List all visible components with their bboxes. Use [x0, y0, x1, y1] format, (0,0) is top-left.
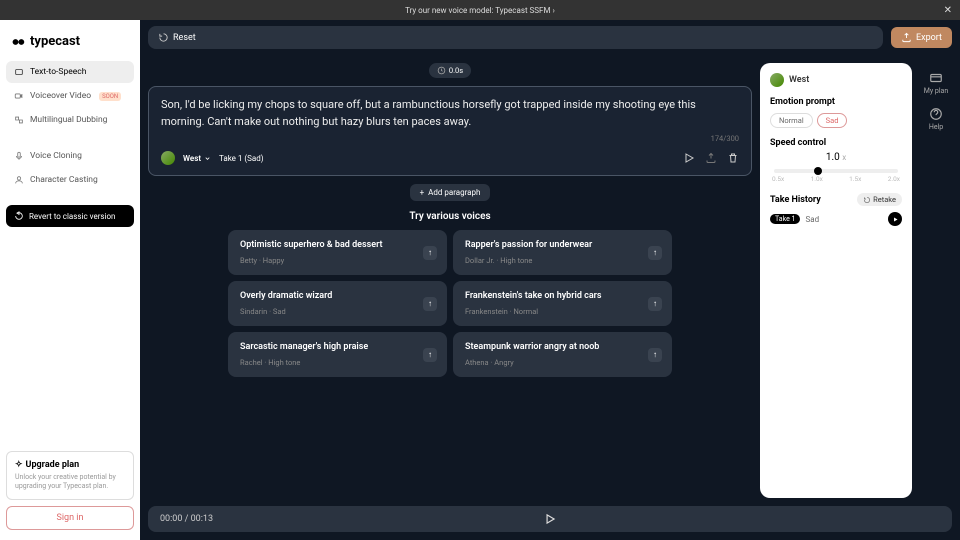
arrow-icon[interactable]: ↑	[648, 297, 662, 311]
voices-heading: Try various voices	[148, 211, 752, 222]
play-icon	[543, 512, 557, 526]
speed-value: 1.0 x	[770, 152, 902, 163]
video-icon	[14, 91, 24, 101]
arrow-icon[interactable]: ↑	[648, 246, 662, 260]
sidebar-item-cloning[interactable]: Voice Cloning	[6, 145, 134, 167]
voice-card[interactable]: Rapper's passion for underwearDollar Jr.…	[453, 230, 672, 275]
voice-card[interactable]: Sarcastic manager's high praiseRachel · …	[228, 332, 447, 377]
text-editor[interactable]: Son, I'd be licking my chops to square o…	[148, 86, 752, 176]
speed-slider[interactable]	[774, 169, 898, 173]
retake-button[interactable]: Retake	[857, 193, 902, 206]
rail-myplan[interactable]: My plan	[924, 71, 948, 95]
casting-icon	[14, 175, 24, 185]
signin-button[interactable]: Sign in	[6, 506, 134, 530]
voice-card[interactable]: Overly dramatic wizardSindarin · Sad↑	[228, 281, 447, 326]
chevron-down-icon	[204, 155, 211, 162]
history-title: Take History	[770, 195, 821, 205]
reset-icon	[158, 32, 169, 43]
arrow-icon[interactable]: ↑	[648, 348, 662, 362]
tts-icon	[14, 67, 24, 77]
help-icon	[929, 107, 943, 121]
editor-text[interactable]: Son, I'd be licking my chops to square o…	[161, 97, 739, 130]
sidebar-item-tts[interactable]: Text-to-Speech	[6, 61, 134, 83]
voice-card[interactable]: Frankenstein's take on hybrid carsFranke…	[453, 281, 672, 326]
arrow-icon[interactable]: ↑	[423, 297, 437, 311]
upgrade-card[interactable]: ✧ Upgrade plan Unlock your creative pote…	[6, 451, 134, 500]
sidebar-item-voiceover[interactable]: Voiceover Video SOON	[6, 85, 134, 107]
export-button[interactable]: Export	[891, 27, 952, 48]
voice-selector[interactable]: West	[183, 154, 211, 163]
plus-icon: +	[420, 188, 425, 197]
logo[interactable]: typecast	[6, 30, 134, 61]
sidebar: typecast Text-to-Speech Voiceover Video …	[0, 20, 140, 540]
add-paragraph-button[interactable]: + Add paragraph	[410, 184, 491, 201]
voice-card[interactable]: Optimistic superhero & bad dessertBetty …	[228, 230, 447, 275]
close-icon[interactable]: ✕	[944, 5, 952, 16]
play-take-button[interactable]	[888, 212, 902, 226]
banner-text[interactable]: Try our new voice model: Typecast SSFM ›	[405, 6, 555, 15]
settings-panel: West Emotion prompt Normal Sad Speed con…	[760, 63, 912, 498]
arrow-icon[interactable]: ↑	[423, 348, 437, 362]
take-label: Take 1 (Sad)	[219, 154, 264, 163]
upgrade-desc: Unlock your creative potential by upgrad…	[15, 473, 125, 491]
emotion-chip-sad[interactable]: Sad	[817, 113, 848, 128]
play-icon[interactable]	[683, 152, 695, 164]
duration-pill: 0.0s	[429, 63, 471, 78]
char-count: 174/300	[161, 134, 739, 143]
voice-avatar[interactable]	[161, 151, 175, 165]
panel-voice[interactable]: West	[770, 73, 902, 87]
main: Reset Export 0.0s Son, I'd be licking my…	[140, 20, 960, 540]
sidebar-item-casting[interactable]: Character Casting	[6, 169, 134, 191]
dubbing-icon	[14, 115, 24, 125]
promo-banner: Try our new voice model: Typecast SSFM ›…	[0, 0, 960, 20]
export-icon	[901, 32, 912, 43]
rail-help[interactable]: Help	[929, 107, 943, 131]
arrow-icon[interactable]: ↑	[423, 246, 437, 260]
voice-card[interactable]: Steampunk warrior angry at noobAthena · …	[453, 332, 672, 377]
reset-button[interactable]: Reset	[148, 26, 883, 49]
emotion-chip-normal[interactable]: Normal	[770, 113, 813, 128]
voice-avatar	[770, 73, 784, 87]
upgrade-title: ✧ Upgrade plan	[15, 460, 125, 470]
revert-icon	[14, 211, 24, 221]
revert-button[interactable]: Revert to classic version	[6, 205, 134, 227]
history-item[interactable]: Take 1 Sad	[770, 212, 902, 226]
soon-badge: SOON	[99, 92, 121, 101]
topbar: Reset Export	[148, 20, 952, 55]
mic-icon	[14, 151, 24, 161]
player-time: 00:00 / 00:13	[160, 514, 213, 524]
player-bar: 00:00 / 00:13	[148, 506, 952, 532]
take-badge: Take 1	[770, 214, 800, 224]
slider-thumb[interactable]	[814, 167, 822, 175]
retake-icon	[863, 196, 871, 204]
card-icon	[929, 71, 943, 85]
voice-grid: Optimistic superhero & bad dessertBetty …	[148, 230, 752, 377]
sidebar-item-dubbing[interactable]: Multilingual Dubbing	[6, 109, 134, 131]
emotion-title: Emotion prompt	[770, 97, 902, 107]
right-rail: My plan Help	[920, 63, 952, 498]
slider-labels: 0.5x1.0x1.5x2.0x	[770, 175, 902, 183]
speed-title: Speed control	[770, 138, 902, 148]
delete-icon[interactable]	[727, 152, 739, 164]
logo-icon	[12, 35, 26, 49]
sparkle-icon: ✧	[15, 460, 23, 470]
share-icon[interactable]	[705, 152, 717, 164]
player-play-button[interactable]	[543, 512, 557, 526]
clock-icon	[437, 66, 446, 75]
